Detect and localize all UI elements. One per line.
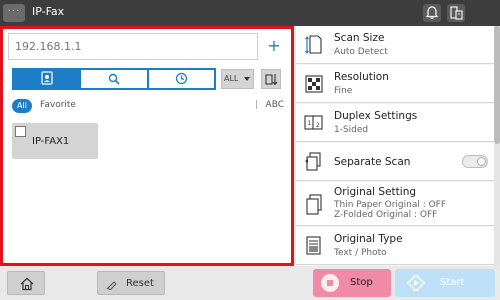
setting-scan-size[interactable]: Scan Size Auto Detect: [296, 26, 494, 64]
history-clock-icon: [175, 70, 188, 89]
reset-button[interactable]: Reset: [97, 271, 165, 295]
tab-search[interactable]: [81, 70, 149, 89]
setting-value-2: Z-Folded Original : OFF: [334, 210, 438, 220]
setting-duplex[interactable]: 12 Duplex Settings 1-Sided: [296, 104, 494, 142]
svg-text:1: 1: [308, 120, 312, 127]
destination-card[interactable]: IP-FAX1: [12, 123, 98, 159]
start-button[interactable]: Start: [395, 269, 495, 297]
bottom-bar: Reset Stop Start: [0, 266, 500, 300]
start-icon: [407, 274, 425, 295]
filter-abc[interactable]: ABC: [266, 100, 284, 110]
setting-separate-scan[interactable]: Separate Scan: [296, 143, 494, 181]
stop-button[interactable]: Stop: [313, 269, 391, 297]
setting-title: Scan Size: [334, 32, 385, 44]
destination-checkbox[interactable]: [15, 126, 26, 137]
address-book-icon: [41, 70, 53, 89]
settings-panel: Scan Size Auto Detect Resolution Fine 12…: [296, 26, 500, 266]
separate-scan-toggle[interactable]: [462, 155, 488, 168]
settings-scrollbar[interactable]: [494, 26, 500, 266]
address-field[interactable]: [8, 33, 258, 60]
original-setting-icon: [304, 194, 324, 216]
scan-size-icon: [304, 34, 324, 56]
setting-title: Original Type: [334, 233, 403, 245]
home-button[interactable]: [7, 271, 45, 295]
bell-icon[interactable]: [423, 4, 441, 22]
reset-label: Reset: [126, 278, 154, 289]
setting-title: Original Setting: [334, 186, 417, 198]
setting-value: Thin Paper Original : OFF: [334, 200, 447, 210]
reset-icon: [106, 278, 118, 293]
destination-panel: + ALL All Favorite | ABC: [0, 26, 294, 266]
toggle-knob: [477, 157, 486, 166]
menu-button[interactable]: ···: [3, 4, 25, 22]
add-destination-button[interactable]: +: [264, 33, 284, 60]
start-label: Start: [440, 277, 465, 288]
tab-history[interactable]: [149, 70, 214, 88]
filter-separator: |: [254, 100, 258, 110]
filter-all-pill[interactable]: All: [12, 99, 32, 113]
duplex-icon: 12: [304, 112, 324, 134]
filter-dropdown-value: ALL: [224, 74, 239, 83]
app-title: IP-Fax: [32, 5, 65, 18]
view-tabs: [12, 68, 216, 90]
setting-resolution[interactable]: Resolution Fine: [296, 65, 494, 103]
sort-icon: [262, 73, 280, 92]
tab-address-book[interactable]: [14, 70, 82, 89]
filter-favorite[interactable]: Favorite: [40, 100, 76, 110]
setting-value: Text / Photo: [334, 248, 387, 258]
setting-title: Duplex Settings: [334, 110, 418, 122]
setting-value: Fine: [334, 86, 353, 96]
search-icon: [108, 70, 120, 89]
devices-icon[interactable]: [447, 4, 465, 22]
index-filter-row: All Favorite | ABC: [12, 99, 284, 113]
top-bar: ··· IP-Fax: [0, 0, 500, 26]
setting-original[interactable]: Original Setting Thin Paper Original : O…: [296, 182, 494, 226]
original-type-icon: [304, 235, 324, 257]
setting-title: Separate Scan: [334, 156, 411, 168]
sort-button[interactable]: [261, 69, 281, 89]
setting-value: 1-Sided: [334, 125, 369, 135]
scrollbar-thumb[interactable]: [494, 26, 500, 144]
filter-dropdown[interactable]: ALL: [221, 69, 254, 89]
chevron-down-icon: [244, 77, 250, 81]
destination-name: IP-FAX1: [32, 136, 70, 147]
address-input[interactable]: [9, 34, 257, 59]
stop-square: [327, 280, 333, 286]
svg-text:2: 2: [316, 122, 320, 129]
stop-label: Stop: [350, 277, 373, 288]
setting-original-type[interactable]: Original Type Text / Photo: [296, 227, 494, 265]
separate-scan-icon: [304, 151, 324, 173]
home-icon: [20, 276, 34, 295]
setting-value: Auto Detect: [334, 47, 388, 57]
resolution-icon: [304, 73, 324, 95]
setting-title: Resolution: [334, 71, 389, 83]
